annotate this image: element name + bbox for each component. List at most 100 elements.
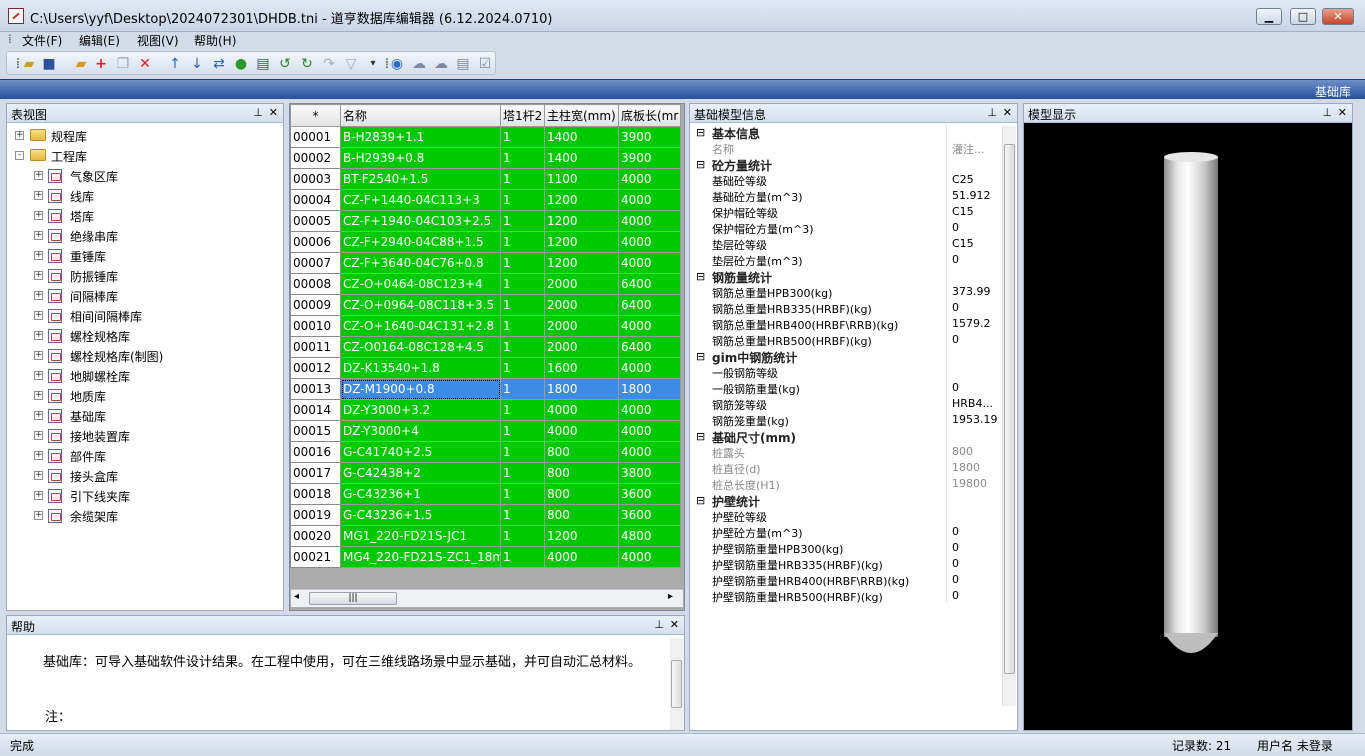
table-cell[interactable]: CZ-O+1640-04C131+2.8 [340, 315, 501, 337]
table-cell[interactable]: CZ-O+0464-08C123+4 [340, 273, 501, 295]
table-cell[interactable]: CZ-O0164-08C128+4.5 [340, 336, 501, 358]
repeat-icon[interactable]: ↷ [321, 56, 337, 72]
table-cell[interactable]: 800 [544, 504, 619, 526]
table-row[interactable]: 00008 CZ-O+0464-08C123+4 1 2000 6400 [290, 273, 681, 295]
table-cell[interactable]: G-C43236+1 [340, 483, 501, 505]
sort-icon[interactable]: ⇄ [211, 56, 227, 72]
property-value[interactable]: 0 [952, 301, 959, 314]
property-value[interactable]: 灌注... [952, 141, 985, 157]
table-cell[interactable]: 1 [500, 126, 545, 148]
table-cell[interactable]: 4000 [544, 399, 619, 421]
property-value[interactable]: C15 [952, 205, 974, 218]
table-cell[interactable]: 1 [500, 546, 545, 568]
minimize-button[interactable]: ▁ [1256, 8, 1282, 25]
move-up-icon[interactable]: ↑ [167, 56, 183, 72]
property-category[interactable]: ⊟ 护壁统计 [690, 493, 1000, 509]
column-header[interactable]: 塔1杆2 [500, 104, 545, 127]
table-cell[interactable]: 1800 [544, 378, 619, 400]
property-row[interactable]: 钢筋总重量HPB300(kg) 373.99 [690, 285, 1000, 301]
expand-icon[interactable]: + [34, 511, 43, 520]
table-cell[interactable]: CZ-O+0964-08C118+3.5 [340, 294, 501, 316]
table-cell[interactable]: 3600 [618, 483, 681, 505]
property-row[interactable]: 保护帽砼等级 C15 [690, 205, 1000, 221]
expand-icon[interactable]: + [34, 371, 43, 380]
table-row[interactable]: 00013 DZ-M1900+0.8 1 1800 1800 [290, 378, 681, 400]
table-cell[interactable]: 1400 [544, 147, 619, 169]
vertical-scrollbar[interactable] [670, 638, 684, 730]
close-icon[interactable]: ✕ [1338, 106, 1347, 119]
table-cell[interactable]: 1 [500, 210, 545, 232]
expand-icon[interactable]: + [34, 251, 43, 260]
property-row[interactable]: 保护帽砼方量(m^3) 0 [690, 221, 1000, 237]
property-value[interactable]: 19800 [952, 477, 987, 490]
collapse-icon[interactable]: ⊟ [696, 350, 705, 363]
table-cell[interactable]: 1400 [544, 126, 619, 148]
table-cell[interactable]: CZ-F+2940-04C88+1.5 [340, 231, 501, 253]
close-icon[interactable]: ✕ [1003, 106, 1012, 119]
checklist-icon[interactable]: ☑ [477, 56, 493, 72]
table-cell[interactable]: 1 [500, 441, 545, 463]
table-row[interactable]: 00007 CZ-F+3640-04C76+0.8 1 1200 4000 [290, 252, 681, 274]
pin-icon[interactable]: ⊥ [987, 106, 997, 119]
expand-icon[interactable]: + [34, 411, 43, 420]
row-number[interactable]: 00018 [290, 483, 341, 505]
row-number[interactable]: 00019 [290, 504, 341, 526]
property-value[interactable]: 0 [952, 573, 959, 586]
property-value[interactable]: 1800 [952, 461, 980, 474]
expand-icon[interactable]: + [34, 391, 43, 400]
table-cell[interactable]: 4000 [618, 189, 681, 211]
expand-icon[interactable]: + [34, 491, 43, 500]
property-row[interactable]: 护壁钢筋重量HPB300(kg) 0 [690, 541, 1000, 557]
row-number[interactable]: 00001 [290, 126, 341, 148]
import-icon[interactable]: ▰ [73, 56, 89, 72]
table-cell[interactable]: CZ-F+3640-04C76+0.8 [340, 252, 501, 274]
table-cell[interactable]: 1100 [544, 168, 619, 190]
scroll-thumb[interactable]: ||| [309, 592, 397, 605]
collapse-icon[interactable]: ⊟ [696, 494, 705, 507]
save-icon[interactable]: ■ [41, 56, 57, 72]
table-cell[interactable]: 1 [500, 147, 545, 169]
close-icon[interactable]: ✕ [269, 106, 278, 119]
table-cell[interactable]: 4000 [618, 315, 681, 337]
collapse-icon[interactable]: ⊟ [696, 126, 705, 139]
table-cell[interactable]: 6400 [618, 294, 681, 316]
pin-icon[interactable]: ⊥ [1322, 106, 1332, 119]
table-cell[interactable]: 6400 [618, 273, 681, 295]
table-cell[interactable]: 4000 [618, 399, 681, 421]
3d-viewport[interactable] [1024, 123, 1352, 729]
table-row[interactable]: 00014 DZ-Y3000+3.2 1 4000 4000 [290, 399, 681, 421]
collapse-icon[interactable]: ⊟ [696, 430, 705, 443]
filter-icon[interactable]: ▽ [343, 56, 359, 72]
table-cell[interactable]: 1 [500, 357, 545, 379]
property-value[interactable]: 0 [952, 557, 959, 570]
table-cell[interactable]: 1800 [618, 378, 681, 400]
property-row[interactable]: 垫层砼方量(m^3) 0 [690, 253, 1000, 269]
table-row[interactable]: 00003 BT-F2540+1.5 1 1100 4000 [290, 168, 681, 190]
table-cell[interactable]: 1200 [544, 210, 619, 232]
table-cell[interactable]: 1 [500, 294, 545, 316]
table-cell[interactable]: 6400 [618, 336, 681, 358]
table-cell[interactable]: 4000 [618, 210, 681, 232]
row-number[interactable]: 00015 [290, 420, 341, 442]
collapse-icon[interactable]: ⊟ [696, 270, 705, 283]
property-value[interactable]: 0 [952, 541, 959, 554]
property-value[interactable]: 373.99 [952, 285, 991, 298]
table-cell[interactable]: 4000 [618, 546, 681, 568]
menu-file[interactable]: 文件(F) [22, 32, 62, 49]
table-cell[interactable]: 800 [544, 441, 619, 463]
table-cell[interactable]: B-H2939+0.8 [340, 147, 501, 169]
expand-icon[interactable]: + [34, 291, 43, 300]
property-value[interactable]: C15 [952, 237, 974, 250]
scroll-right-icon[interactable]: ▸ [668, 591, 673, 602]
table-cell[interactable]: 1 [500, 378, 545, 400]
property-value[interactable]: 1579.2 [952, 317, 991, 330]
circle-add-icon[interactable]: ● [233, 56, 249, 72]
table-cell[interactable]: 4800 [618, 525, 681, 547]
table-cell[interactable]: MG4_220-FD21S-ZC1_18m [340, 546, 501, 568]
table-cell[interactable]: 3800 [618, 462, 681, 484]
table-cell[interactable]: 4000 [618, 420, 681, 442]
table-cell[interactable]: 1200 [544, 189, 619, 211]
table-cell[interactable]: 3900 [618, 147, 681, 169]
property-row[interactable]: 名称 灌注... [690, 141, 1000, 157]
export-icon[interactable]: ▤ [255, 56, 271, 72]
